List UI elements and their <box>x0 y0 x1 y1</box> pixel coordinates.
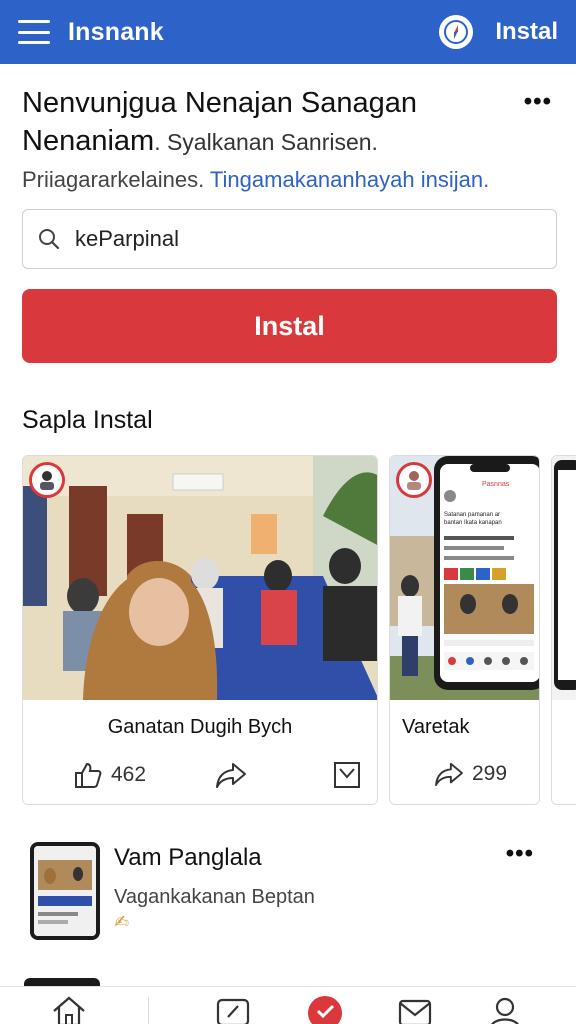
share-arrow-icon <box>216 763 246 788</box>
app-title: Insnank <box>68 17 164 46</box>
profile-badge[interactable] <box>29 462 65 498</box>
item-title: Vam Panglala <box>114 844 262 871</box>
search-field[interactable]: keParpinal <box>22 209 557 269</box>
card-actions: 462 <box>23 761 377 797</box>
heart-icon[interactable] <box>306 995 344 1024</box>
card-actions: 299 <box>390 761 539 797</box>
mail-icon[interactable] <box>396 995 434 1024</box>
intro-meta: Priiagararkelaines. Tingamakananhayah in… <box>22 167 552 193</box>
intro-meta-link[interactable]: Tingamakananhayah insijan. <box>210 167 489 192</box>
search-input-value[interactable]: keParpinal <box>75 226 179 252</box>
post-photo <box>552 456 576 700</box>
more-options-icon[interactable]: ••• <box>524 88 552 116</box>
post-card-peek[interactable] <box>551 455 576 805</box>
post-card[interactable]: Pasnnas Satanan pamanan ar bantan Ikata … <box>389 455 540 805</box>
section-title: Sapla Instal <box>22 406 153 434</box>
profile-badge[interactable] <box>396 462 432 498</box>
edit-box-icon[interactable] <box>214 995 252 1024</box>
app-thumbnail <box>30 842 100 940</box>
share-button[interactable] <box>215 761 247 789</box>
list-item[interactable]: Vam Panglala Vagankakanan Beptan ✍ ••• <box>22 838 552 948</box>
intro-title-sub: . Syalkanan Sanrisen. <box>154 129 378 155</box>
item-subtitle: Vagankakanan Beptan <box>114 886 315 908</box>
profile-icon[interactable] <box>486 995 524 1024</box>
next-item-thumbnail-peek <box>24 978 100 986</box>
card-caption: Varetak <box>402 716 470 738</box>
compass-icon[interactable] <box>439 15 474 49</box>
bottom-navigation <box>0 986 576 1024</box>
menu-icon[interactable] <box>18 20 50 44</box>
top-app-bar: Insnank Instal <box>0 0 576 64</box>
like-count: 462 <box>111 763 147 786</box>
save-button[interactable] <box>333 761 361 789</box>
share-button[interactable]: 299 <box>434 761 507 787</box>
svg-text:Satanan pamanan ar: Satanan pamanan ar <box>444 512 500 518</box>
svg-text:bantan Ikata kanapan: bantan Ikata kanapan <box>444 520 502 526</box>
writing-hand-icon: ✍ <box>114 912 130 932</box>
intro-title-line2: Nenaniam. Syalkanan Sanrisen. <box>22 125 378 157</box>
search-icon <box>39 229 60 250</box>
share-count: 299 <box>472 762 508 785</box>
post-photo <box>23 456 377 700</box>
nav-divider <box>148 997 149 1024</box>
thumbs-up-icon <box>75 762 102 788</box>
like-button[interactable]: 462 <box>73 761 146 789</box>
install-button[interactable]: Instal <box>22 289 557 363</box>
share-arrow-icon <box>435 762 463 787</box>
phone-header-text: Pasnnas <box>482 481 510 488</box>
card-caption: Ganatan Dugih Bych <box>107 716 293 738</box>
post-card[interactable]: Ganatan Dugih Bych 462 <box>22 455 378 805</box>
intro-title: Nenvunjgua Nenajan Sanagan Nenaniam. Sya… <box>22 84 552 161</box>
intro-meta-text: Priiagararkelaines. <box>22 167 205 192</box>
intro-title-line1: Nenvunjgua Nenajan Sanagan <box>22 87 418 119</box>
more-options-icon[interactable]: ••• <box>506 840 534 868</box>
header-install-link[interactable]: Instal <box>495 18 558 46</box>
bookmark-box-icon <box>334 762 360 788</box>
home-icon[interactable] <box>50 995 88 1024</box>
app-intro: Nenvunjgua Nenajan Sanagan Nenaniam. Sya… <box>22 84 552 193</box>
